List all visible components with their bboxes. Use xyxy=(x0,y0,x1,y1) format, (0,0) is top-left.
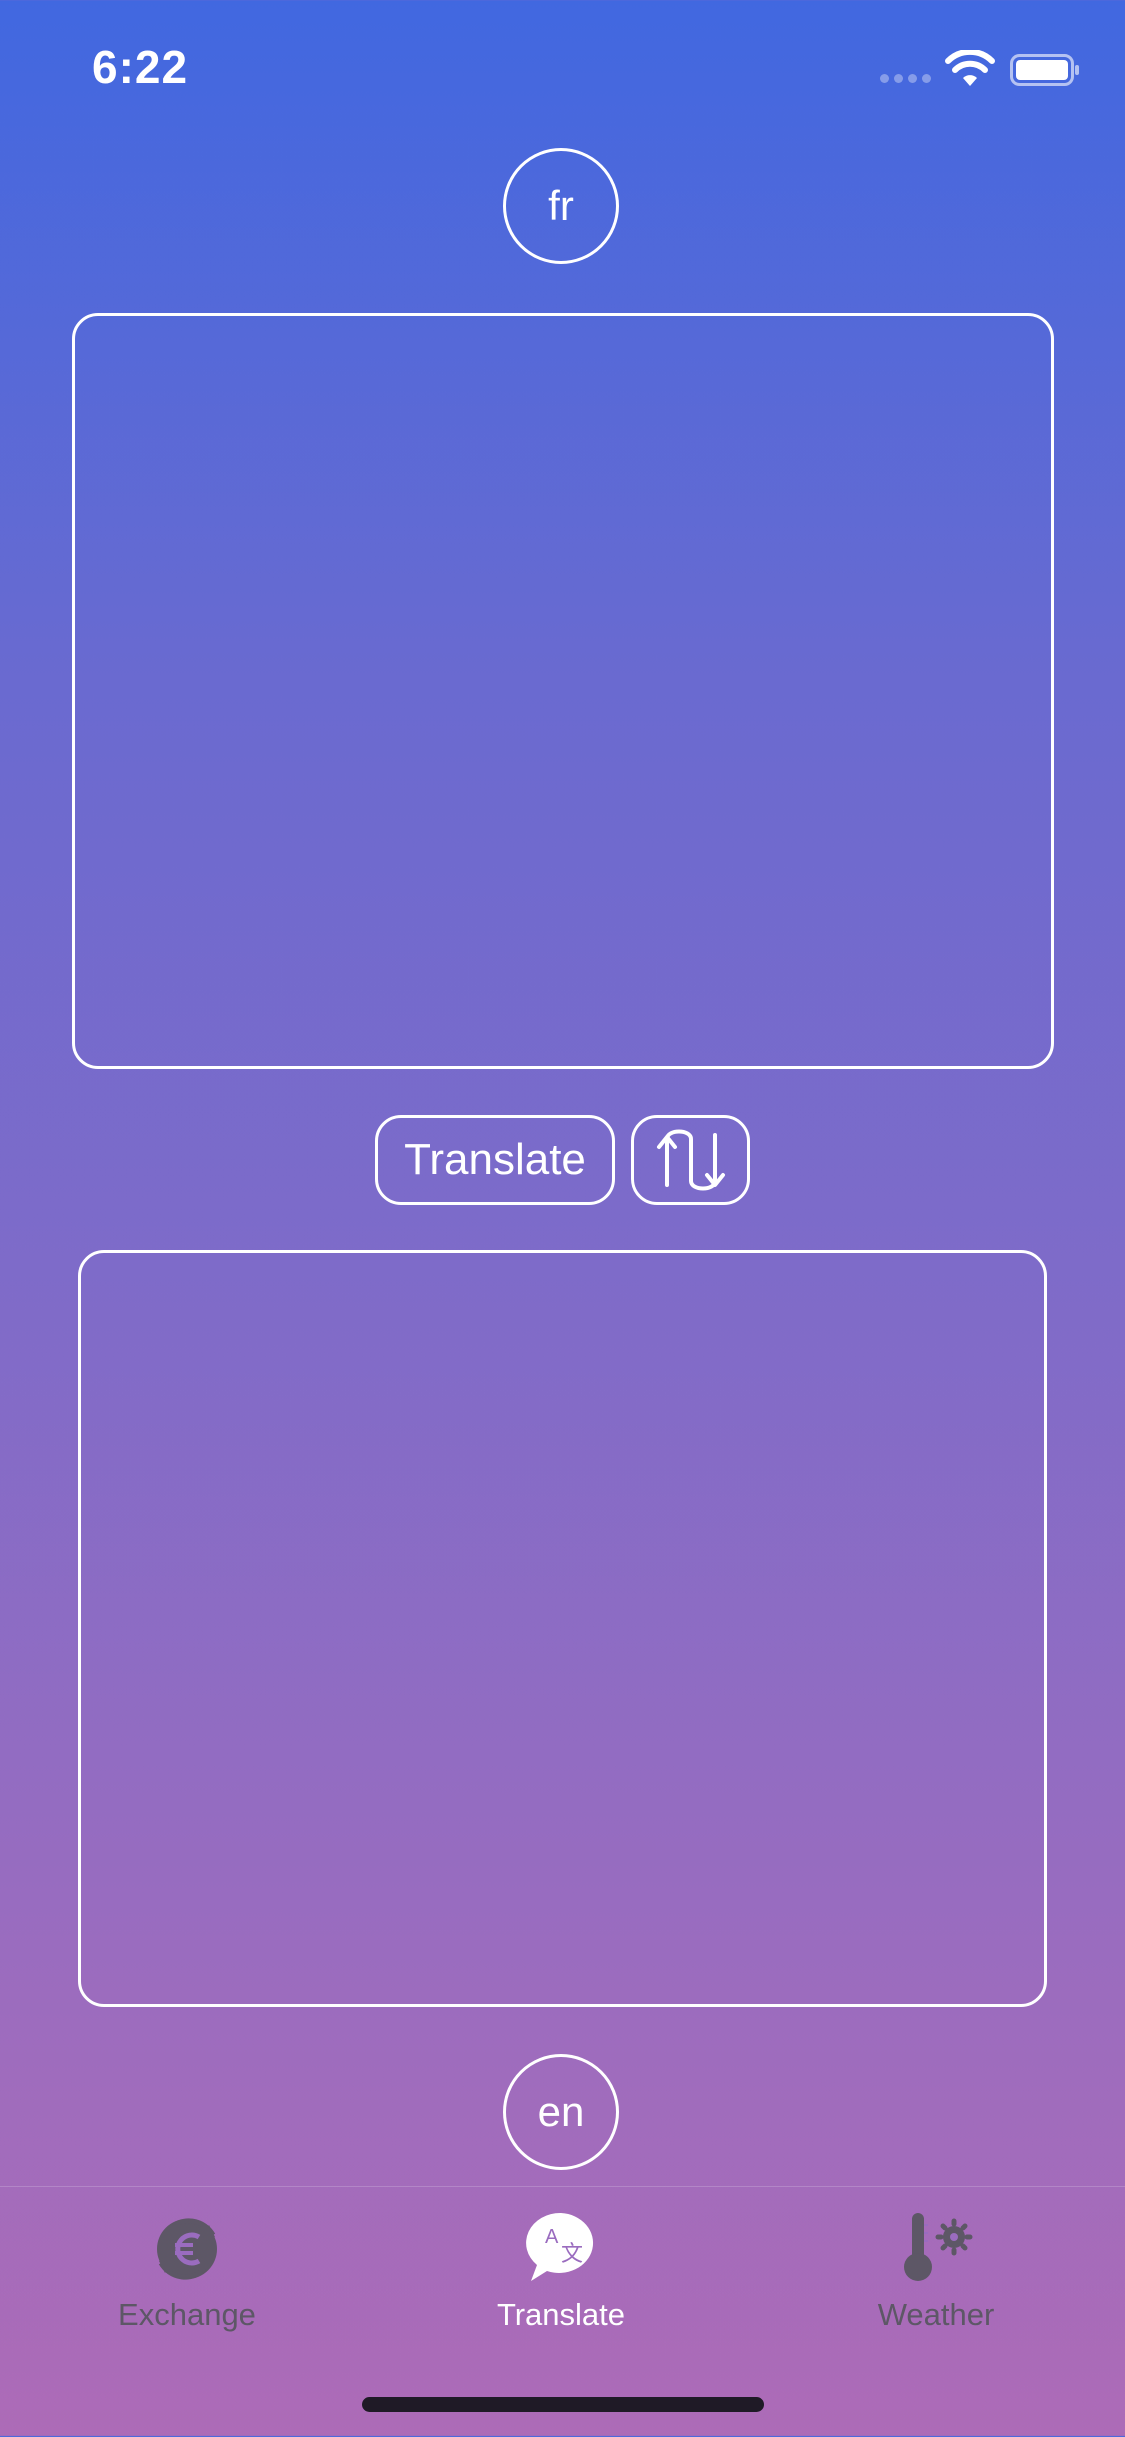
target-language-button[interactable]: en xyxy=(503,2054,619,2170)
cellular-signal-icon xyxy=(880,74,934,84)
source-language-button[interactable]: fr xyxy=(503,148,619,264)
home-indicator[interactable] xyxy=(362,2397,764,2412)
source-text-input[interactable] xyxy=(72,313,1054,1069)
tab-exchange-label: Exchange xyxy=(118,2297,256,2332)
svg-text:文: 文 xyxy=(561,2241,583,2266)
battery-icon xyxy=(1010,54,1079,86)
source-language-label: fr xyxy=(548,182,574,229)
translate-button-label: Translate xyxy=(404,1135,586,1184)
tab-translate[interactable]: A 文 Translate xyxy=(451,2209,671,2349)
translate-button[interactable]: Translate xyxy=(375,1115,615,1205)
status-time: 6:22 xyxy=(92,41,189,93)
swap-languages-button[interactable] xyxy=(631,1115,750,1205)
translate-bubble-icon: A 文 xyxy=(526,2212,594,2281)
euro-exchange-icon xyxy=(157,2218,217,2280)
svg-text:A: A xyxy=(545,2226,559,2248)
swap-arrows-icon xyxy=(656,1129,725,1191)
thermometer-gear-icon xyxy=(904,2213,973,2281)
tab-translate-label: Translate xyxy=(496,2297,626,2332)
tab-exchange[interactable]: Exchange xyxy=(77,2209,297,2349)
wifi-icon xyxy=(945,50,995,86)
target-language-label: en xyxy=(537,2088,585,2135)
tab-weather-label: Weather xyxy=(877,2297,995,2332)
translated-text-output[interactable] xyxy=(78,1250,1047,2007)
tab-weather[interactable]: Weather xyxy=(826,2209,1046,2349)
status-bar: 6:22 xyxy=(0,0,1125,135)
